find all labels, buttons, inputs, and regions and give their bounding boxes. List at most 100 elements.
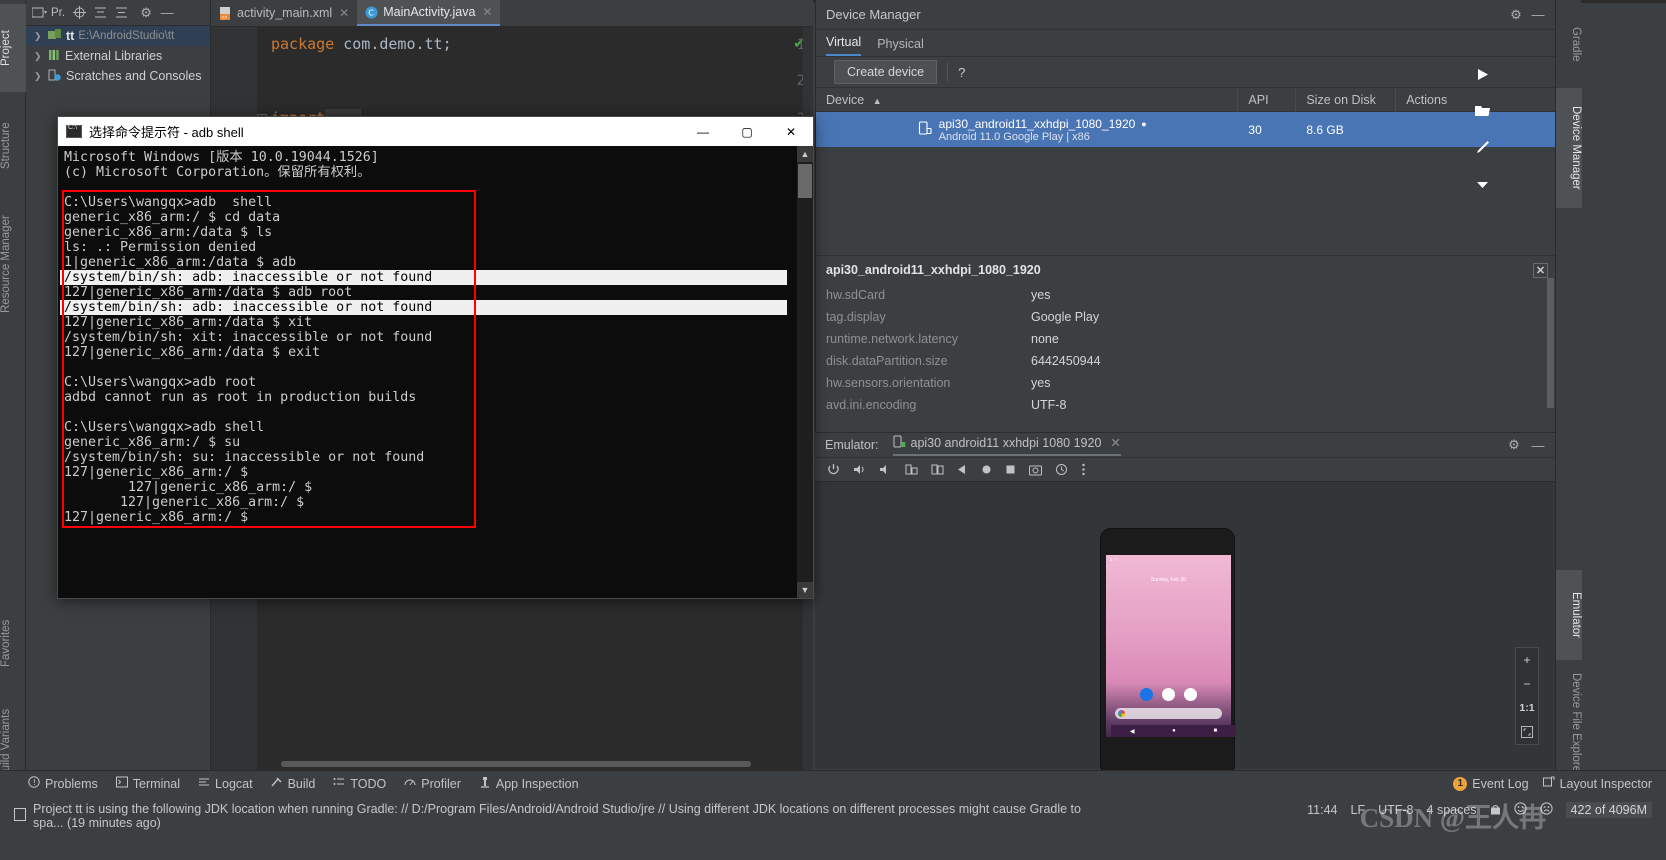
close-button[interactable]: ✕	[769, 117, 813, 146]
bottom-item-build[interactable]: Build	[271, 776, 315, 791]
device-detail-pane: api30_android11_xxhdpi_1080_1920 ✕ hw.sd…	[816, 255, 1556, 430]
screenshot-icon[interactable]	[1029, 464, 1042, 476]
hide-icon[interactable]: —	[158, 4, 176, 22]
dropdown-caret-icon[interactable]	[1476, 177, 1489, 192]
rotate-right-icon[interactable]	[931, 463, 944, 476]
close-icon[interactable]: ✕	[339, 6, 349, 20]
bottom-item-logcat[interactable]: Logcat	[198, 776, 253, 791]
zoom-in-button[interactable]: +	[1516, 648, 1538, 672]
emulator-display-area[interactable]: 5:7 Sunday, Feb 20 ◀ ● ■ + − 1:1	[815, 482, 1555, 776]
bottom-item-profiler[interactable]: Profiler	[404, 776, 461, 791]
sidebar-item-device-file-explorer[interactable]: Device File Explorer	[1556, 664, 1582, 784]
close-icon[interactable]: ✕	[1110, 435, 1120, 450]
property-key: tag.display	[826, 310, 886, 324]
sad-face-icon[interactable]	[1539, 802, 1553, 818]
tab-virtual[interactable]: Virtual	[826, 35, 862, 56]
close-icon[interactable]: ✕	[1533, 262, 1548, 278]
folder-icon[interactable]	[1475, 104, 1491, 120]
maximize-button[interactable]: ▢	[725, 117, 769, 146]
settings-gear-icon[interactable]: ⚙	[1507, 6, 1525, 24]
sidebar-item-device-manager[interactable]: Device Manager	[1556, 88, 1582, 208]
tab-activity-main-xml[interactable]: <> activity_main.xml ✕	[211, 0, 357, 26]
expand-all-icon[interactable]	[91, 4, 109, 22]
property-key: disk.dataPartition.size	[826, 354, 948, 368]
happy-face-icon[interactable]	[1513, 802, 1527, 818]
tab-physical[interactable]: Physical	[877, 37, 924, 56]
back-nav-icon[interactable]: ◀	[1130, 728, 1135, 735]
google-search-bar[interactable]	[1115, 708, 1222, 719]
emulator-device-tab[interactable]: api30 android11 xxhdpi 1080 1920 ✕	[892, 435, 1121, 456]
line-separator-indicator[interactable]: LF	[1351, 803, 1366, 817]
settings-gear-icon[interactable]: ⚙	[137, 4, 155, 22]
scroll-thumb[interactable]	[798, 164, 812, 198]
play-store-icon[interactable]	[1162, 688, 1175, 701]
back-icon[interactable]	[957, 464, 968, 475]
editor-horizontal-scrollbar[interactable]	[281, 761, 751, 767]
indent-indicator[interactable]: 4 spaces	[1427, 803, 1477, 817]
recents-nav-icon[interactable]: ■	[1214, 728, 1218, 734]
more-vertical-icon[interactable]	[1081, 463, 1086, 476]
tree-item-scratches-and-consoles[interactable]: ❯ Scratches and Consoles	[26, 66, 210, 86]
bottom-item-terminal[interactable]: Terminal	[115, 776, 180, 791]
column-api[interactable]: API	[1238, 87, 1297, 112]
bottom-item-layout-inspector[interactable]: Layout Inspector	[1542, 776, 1652, 791]
terminal-scrollbar[interactable]: ▲ ▼	[797, 146, 813, 598]
edit-pencil-icon[interactable]	[1476, 140, 1490, 157]
home-nav-icon[interactable]: ●	[1172, 728, 1176, 734]
bottom-item-todo[interactable]: TODO	[333, 776, 386, 791]
tree-item-external-libraries[interactable]: ❯ External Libraries	[26, 46, 210, 66]
sidebar-item-emulator[interactable]: Emulator	[1556, 570, 1582, 660]
device-subtitle: Android 11.0 Google Play | x86	[938, 130, 1090, 143]
device-detail-title-row: api30_android11_xxhdpi_1080_1920 ✕	[816, 256, 1556, 284]
bottom-item-problems[interactable]: ! Problems	[28, 776, 98, 791]
sidebar-item-resource-manager[interactable]: Resource Manager	[0, 196, 26, 332]
collapse-all-icon[interactable]	[112, 4, 130, 22]
device-size-on-disk: 8.6 GB	[1306, 122, 1344, 137]
detail-scrollbar[interactable]	[1547, 278, 1554, 408]
command-prompt-window[interactable]: 选择命令提示符 - adb shell — ▢ ✕ Microsoft Wind…	[57, 116, 814, 599]
create-device-button[interactable]: Create device	[834, 60, 938, 84]
run-icon[interactable]	[1476, 68, 1489, 84]
volume-up-icon[interactable]	[853, 463, 866, 476]
minimize-button[interactable]: —	[681, 117, 725, 146]
zoom-out-button[interactable]: −	[1516, 672, 1538, 696]
power-icon[interactable]	[827, 463, 840, 476]
terminal-line: Microsoft Windows [版本 10.0.19044.1526]	[64, 150, 379, 165]
memory-indicator[interactable]: 422 of 4096M	[1565, 802, 1652, 818]
history-icon[interactable]	[1055, 463, 1068, 476]
tab-mainactivity-java[interactable]: C MainActivity.java ✕	[357, 0, 501, 26]
lock-icon[interactable]	[1490, 802, 1501, 818]
volume-down-icon[interactable]	[879, 463, 892, 476]
command-prompt-output[interactable]: Microsoft Windows [版本 10.0.19044.1526] (…	[58, 146, 813, 598]
fit-to-screen-icon[interactable]	[1516, 720, 1538, 744]
device-screen[interactable]: 5:7 Sunday, Feb 20 ◀ ● ■	[1106, 555, 1236, 737]
tree-item-tt[interactable]: ❯ tt E:\AndroidStudio\tt	[26, 26, 210, 46]
left-tool-window-bar: Project Structure Resource Manager Favor…	[0, 0, 26, 800]
sidebar-item-structure[interactable]: Structure	[0, 98, 26, 194]
table-row[interactable]: api30_android11_xxhdpi_1080_1920 ● Andro…	[816, 68, 1555, 188]
close-icon[interactable]: ✕	[482, 5, 492, 19]
home-icon[interactable]	[981, 464, 992, 475]
hide-icon[interactable]: —	[1529, 6, 1547, 24]
sidebar-item-gradle[interactable]: Gradle	[1556, 4, 1582, 84]
scroll-up-icon[interactable]: ▲	[797, 146, 813, 162]
column-size-on-disk[interactable]: Size on Disk	[1296, 87, 1397, 112]
command-prompt-titlebar[interactable]: 选择命令提示符 - adb shell — ▢ ✕	[58, 117, 813, 146]
help-icon[interactable]: ?	[958, 65, 965, 80]
encoding-indicator[interactable]: UTF-8	[1378, 803, 1413, 817]
hide-icon[interactable]: —	[1529, 436, 1547, 454]
messages-icon[interactable]	[1140, 688, 1153, 701]
zoom-actual-size-button[interactable]: 1:1	[1516, 696, 1538, 720]
scroll-down-icon[interactable]: ▼	[797, 582, 813, 598]
chrome-icon[interactable]	[1184, 688, 1197, 701]
project-view-dropdown-icon[interactable]	[30, 4, 48, 22]
column-device[interactable]: Device ▲	[816, 87, 1239, 112]
overview-icon[interactable]	[1005, 464, 1016, 475]
bottom-item-app-inspection[interactable]: App Inspection	[479, 776, 579, 791]
bottom-item-event-log[interactable]: 1 Event Log	[1453, 776, 1529, 791]
sidebar-item-favorites[interactable]: Favorites	[0, 600, 26, 686]
settings-gear-icon[interactable]: ⚙	[1505, 436, 1523, 454]
locate-icon[interactable]	[70, 4, 88, 22]
sidebar-item-project[interactable]: Project	[0, 4, 26, 92]
rotate-left-icon[interactable]	[905, 463, 918, 476]
